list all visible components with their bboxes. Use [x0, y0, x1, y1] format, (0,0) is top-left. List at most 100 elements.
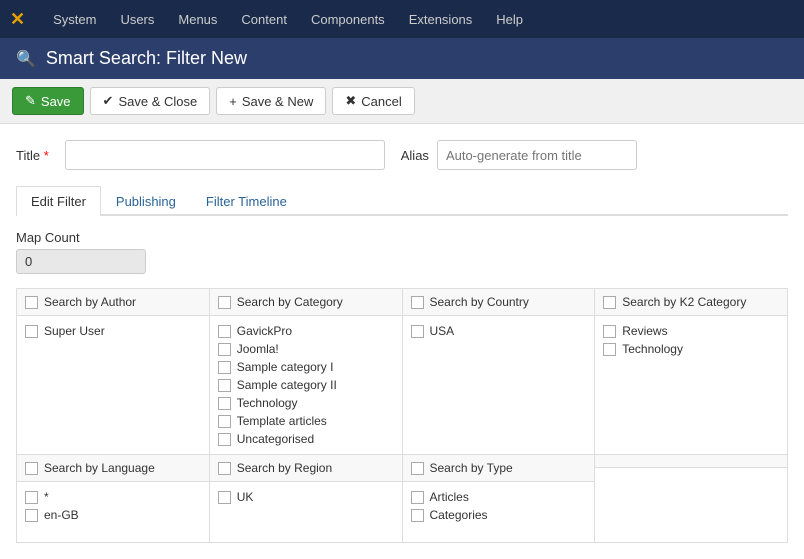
alias-input[interactable]: [437, 140, 637, 170]
search-col-header-text-0: Search by Language: [44, 461, 155, 475]
page-title: Smart Search: Filter New: [46, 48, 247, 69]
search-col-items-2: Articles Categories: [403, 482, 595, 542]
nav-components[interactable]: Components: [299, 4, 397, 35]
item-checkbox-0-0[interactable]: [25, 491, 38, 504]
main-content: Title Alias Edit Filter Publishing Filte…: [0, 124, 804, 559]
nav-menus[interactable]: Menus: [166, 4, 229, 35]
nav-system[interactable]: System: [41, 4, 108, 35]
search-item: Technology: [218, 394, 394, 412]
search-item: Sample category I: [218, 358, 394, 376]
search-col-header-0: Search by Language: [17, 455, 209, 482]
alias-label: Alias: [401, 148, 429, 163]
item-checkbox-0-0[interactable]: [25, 325, 38, 338]
page-header: 🔍 Smart Search: Filter New: [0, 38, 804, 79]
search-item: Reviews: [603, 322, 779, 340]
item-label: Template articles: [237, 414, 327, 428]
col-header-checkbox-0[interactable]: [25, 462, 38, 475]
item-label: Super User: [44, 324, 105, 338]
search-item: UK: [218, 488, 394, 506]
col-header-checkbox-1[interactable]: [218, 296, 231, 309]
col-header-checkbox-0[interactable]: [25, 296, 38, 309]
item-checkbox-1-0[interactable]: [218, 491, 231, 504]
save-close-button[interactable]: ✔ Save & Close: [90, 87, 211, 115]
nav-content[interactable]: Content: [229, 4, 299, 35]
item-checkbox-1-4[interactable]: [218, 397, 231, 410]
search-col-header-3: Search by K2 Category: [595, 289, 787, 316]
map-count-label: Map Count: [16, 230, 788, 245]
map-count-group: Map Count 0: [16, 230, 788, 274]
item-label: Joomla!: [237, 342, 279, 356]
save-new-label: Save & New: [242, 94, 314, 109]
title-input[interactable]: [65, 140, 385, 170]
item-checkbox-1-1[interactable]: [218, 343, 231, 356]
tab-edit-filter[interactable]: Edit Filter: [16, 186, 101, 216]
tab-publishing[interactable]: Publishing: [101, 186, 191, 216]
item-label: en-GB: [44, 508, 79, 522]
plus-icon: +: [229, 94, 237, 109]
search-item: en-GB: [25, 506, 201, 524]
col-header-checkbox-2[interactable]: [411, 296, 424, 309]
col-header-checkbox-1[interactable]: [218, 462, 231, 475]
item-checkbox-1-6[interactable]: [218, 433, 231, 446]
item-label: USA: [430, 324, 455, 338]
search-item: Uncategorised: [218, 430, 394, 448]
item-checkbox-3-0[interactable]: [603, 325, 616, 338]
nav-help[interactable]: Help: [484, 4, 535, 35]
item-checkbox-1-5[interactable]: [218, 415, 231, 428]
item-label: Articles: [430, 490, 469, 504]
item-label: Reviews: [622, 324, 667, 338]
search-item: USA: [411, 322, 587, 340]
item-label: Sample category I: [237, 360, 334, 374]
tab-filter-timeline[interactable]: Filter Timeline: [191, 186, 302, 216]
item-checkbox-1-2[interactable]: [218, 361, 231, 374]
search-col-items-1: GavickProJoomla!Sample category ISample …: [210, 316, 402, 454]
search-col-2: Search by Country USA: [403, 289, 596, 455]
cancel-button[interactable]: ✖ Cancel: [332, 87, 414, 115]
search-col-header-0: Search by Author: [17, 289, 209, 316]
cancel-label: Cancel: [361, 94, 401, 109]
item-checkbox-2-0[interactable]: [411, 491, 424, 504]
search-col-items-2: USA: [403, 316, 595, 376]
search-col-header-text-1: Search by Region: [237, 461, 332, 475]
nav-menu: System Users Menus Content Components Ex…: [41, 4, 535, 35]
item-checkbox-1-0[interactable]: [218, 325, 231, 338]
item-checkbox-3-1[interactable]: [603, 343, 616, 356]
search-col-items-0: Super User: [17, 316, 209, 376]
item-checkbox-2-0[interactable]: [411, 325, 424, 338]
item-checkbox-1-3[interactable]: [218, 379, 231, 392]
item-label: Categories: [430, 508, 488, 522]
search-item: GavickPro: [218, 322, 394, 340]
search-col-header-3: [595, 455, 787, 468]
item-label: Uncategorised: [237, 432, 314, 446]
search-col-items-3: Reviews Technology: [595, 316, 787, 376]
brand-logo: ✕: [10, 9, 25, 30]
item-checkbox-2-1[interactable]: [411, 509, 424, 522]
search-col-3: [595, 455, 788, 543]
search-item: *: [25, 488, 201, 506]
item-label: Technology: [237, 396, 298, 410]
search-col-header-text-2: Search by Type: [430, 461, 513, 475]
search-col-header-1: Search by Region: [210, 455, 402, 482]
search-col-0: Search by Author Super User: [17, 289, 210, 455]
cancel-icon: ✖: [345, 93, 356, 109]
search-col-header-text-0: Search by Author: [44, 295, 136, 309]
nav-extensions[interactable]: Extensions: [397, 4, 485, 35]
map-count-value: 0: [16, 249, 146, 274]
nav-users[interactable]: Users: [108, 4, 166, 35]
toolbar: ✎ Save ✔ Save & Close + Save & New ✖ Can…: [0, 79, 804, 124]
save-button[interactable]: ✎ Save: [12, 87, 84, 115]
col-header-checkbox-3[interactable]: [603, 296, 616, 309]
search-col-1: Search by Region UK: [210, 455, 403, 543]
checkmark-icon: ✔: [103, 93, 114, 109]
col-header-checkbox-2[interactable]: [411, 462, 424, 475]
item-label: GavickPro: [237, 324, 292, 338]
search-item: Technology: [603, 340, 779, 358]
tabs-container: Edit Filter Publishing Filter Timeline: [16, 186, 788, 216]
item-checkbox-0-1[interactable]: [25, 509, 38, 522]
title-label: Title: [16, 148, 49, 163]
search-col-header-2: Search by Type: [403, 455, 595, 482]
save-label: Save: [41, 94, 71, 109]
search-grid-bottom: Search by Language * en-GB Search by Region…: [16, 455, 788, 543]
search-col-header-2: Search by Country: [403, 289, 595, 316]
save-new-button[interactable]: + Save & New: [216, 87, 326, 115]
